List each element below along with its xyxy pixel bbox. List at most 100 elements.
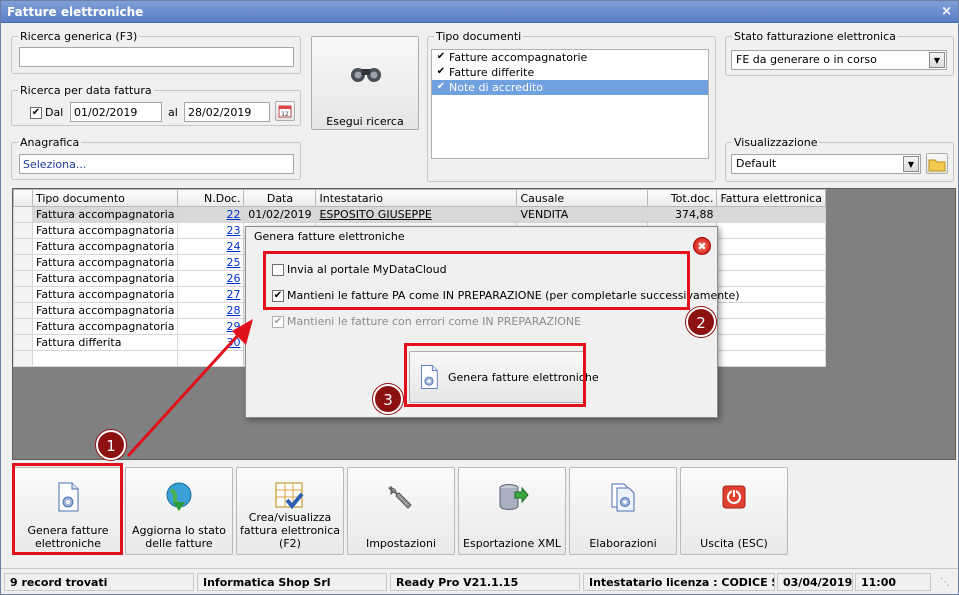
table-cell[interactable]: 27 xyxy=(177,286,245,303)
update-status-button[interactable]: Aggiorna lo stato delle fatture xyxy=(125,467,233,555)
status-bar: 9 record trovati Informatica Shop Srl Re… xyxy=(1,568,958,594)
wrench-icon xyxy=(388,485,412,509)
stato-select[interactable]: FE da generare o in corso ▼ xyxy=(731,50,947,70)
table-cell[interactable]: 26 xyxy=(177,270,245,287)
row-header[interactable] xyxy=(13,238,33,255)
tipo-item-accompagnatorie[interactable]: Fatture accompagnatorie xyxy=(432,50,708,65)
create-view-einvoice-button[interactable]: Crea/visualizza fattura elettronica (F2) xyxy=(236,467,344,555)
table-cell xyxy=(31,350,179,367)
column-header[interactable]: Tot.doc. xyxy=(647,189,718,207)
database-export-icon xyxy=(499,484,529,511)
date-to-input[interactable] xyxy=(184,102,270,122)
table-cell xyxy=(716,254,826,271)
toolbar-button-label: Impostazioni xyxy=(365,537,437,550)
row-header[interactable] xyxy=(13,222,33,239)
al-label: al xyxy=(168,106,178,119)
row-header[interactable] xyxy=(13,334,33,351)
settings-button[interactable]: Impostazioni xyxy=(347,467,455,555)
tipo-checkbox[interactable] xyxy=(435,67,447,79)
row-header[interactable] xyxy=(13,286,33,303)
table-cell: Fattura accompagnatoria xyxy=(31,206,179,223)
open-folder-button[interactable] xyxy=(926,153,948,174)
tipo-item-label: Fatture accompagnatorie xyxy=(449,51,588,64)
stato-label: Stato fatturazione elettronica xyxy=(732,30,898,43)
table-cell[interactable]: 25 xyxy=(177,254,245,271)
anagrafica-input[interactable] xyxy=(19,154,294,174)
generic-search-group: Ricerca generica (F3) xyxy=(11,30,301,74)
generic-search-label: Ricerca generica (F3) xyxy=(18,30,140,43)
table-cell xyxy=(716,270,826,287)
column-header[interactable]: N.Doc. xyxy=(177,189,245,207)
search-button-label: Esegui ricerca xyxy=(326,115,404,128)
row-header[interactable] xyxy=(13,350,33,367)
column-header[interactable]: Fattura elettronica xyxy=(716,189,826,207)
calendar-button[interactable]: 12 xyxy=(275,101,295,121)
resize-grip-icon[interactable]: ⋱ xyxy=(940,577,950,588)
search-button[interactable]: Esegui ricerca xyxy=(311,36,419,130)
elaborazioni-button[interactable]: Elaborazioni xyxy=(569,467,677,555)
tipo-item-note-accredito[interactable]: Note di accredito xyxy=(432,80,708,95)
dal-label: Dal xyxy=(45,106,64,119)
toolbar-button-label: Crea/visualizza fattura elettronica (F2) xyxy=(239,511,340,550)
visualizzazione-select[interactable]: Default ▼ xyxy=(731,154,921,174)
xml-export-button[interactable]: Esportazione XML xyxy=(458,467,566,555)
tipo-checkbox[interactable] xyxy=(435,52,447,64)
row-header-corner xyxy=(13,189,33,207)
column-header[interactable]: Data xyxy=(243,189,317,207)
table-cell: Fattura accompagnatoria xyxy=(31,286,179,303)
table-cell: 374,88 xyxy=(647,206,718,223)
row-header[interactable] xyxy=(13,302,33,319)
dialog-title: Genera fatture elettroniche xyxy=(254,230,405,243)
date-search-label: Ricerca per data fattura xyxy=(18,84,154,97)
column-header[interactable]: Tipo documento xyxy=(31,189,179,207)
anagrafica-group: Anagrafica xyxy=(11,136,301,180)
row-header[interactable] xyxy=(13,270,33,287)
tipo-documenti-label: Tipo documenti xyxy=(434,30,524,43)
tipo-checkbox[interactable] xyxy=(435,82,447,94)
table-cell xyxy=(716,238,826,255)
generic-search-input[interactable] xyxy=(19,47,294,67)
status-version: Ready Pro V21.1.15 xyxy=(390,573,580,591)
table-cell[interactable]: 23 xyxy=(177,222,245,239)
table-cell[interactable]: 22 xyxy=(177,206,245,223)
column-header[interactable]: Intestatario xyxy=(315,189,518,207)
table-header-row: Tipo documento N.Doc. Data Intestatario … xyxy=(13,189,826,207)
dal-checkbox[interactable] xyxy=(30,107,42,119)
chevron-down-icon[interactable]: ▼ xyxy=(929,52,945,68)
table-cell[interactable]: 24 xyxy=(177,238,245,255)
status-time: 11:00 xyxy=(855,573,931,591)
dialog-close-icon[interactable]: ✖ xyxy=(693,237,711,255)
toolbar-button-label: Elaborazioni xyxy=(589,537,657,550)
table-cell xyxy=(716,206,826,223)
table-row[interactable]: Fattura accompagnatoria 22 01/02/2019 ESPOS… xyxy=(13,206,826,223)
table-cell[interactable] xyxy=(177,350,245,367)
row-header[interactable] xyxy=(13,254,33,271)
row-header[interactable] xyxy=(13,318,33,335)
row-header[interactable] xyxy=(13,206,33,223)
table-cell xyxy=(716,350,826,367)
table-cell[interactable]: 30 xyxy=(177,334,245,351)
annotation-badge-3: 3 xyxy=(373,384,403,414)
chevron-down-icon[interactable]: ▼ xyxy=(903,156,919,172)
table-cell xyxy=(716,334,826,351)
status-license: Intestatario licenza : CODICE SRL xyxy=(583,573,775,591)
table-cell xyxy=(716,222,826,239)
visualizzazione-label: Visualizzazione xyxy=(732,136,820,149)
tipo-item-differite[interactable]: Fatture differite xyxy=(432,65,708,80)
close-window-button[interactable]: × xyxy=(941,4,952,19)
table-cell[interactable]: 29 xyxy=(177,318,245,335)
column-header[interactable]: Causale xyxy=(516,189,649,207)
table-cell xyxy=(716,318,826,335)
table-cell: Fattura accompagnatoria xyxy=(31,318,179,335)
keep-errors-checkbox xyxy=(272,316,284,328)
stato-group: Stato fatturazione elettronica FE da gen… xyxy=(725,30,954,76)
toolbar-button-label: Uscita (ESC) xyxy=(700,537,768,550)
power-icon xyxy=(722,485,746,509)
grid-check-icon xyxy=(275,482,304,510)
visualizzazione-select-value: Default xyxy=(736,157,777,170)
options-highlight-box xyxy=(263,251,690,310)
date-from-input[interactable] xyxy=(70,102,162,122)
table-cell: Fattura accompagnatoria xyxy=(31,222,179,239)
exit-button[interactable]: Uscita (ESC) xyxy=(680,467,788,555)
table-cell[interactable]: 28 xyxy=(177,302,245,319)
